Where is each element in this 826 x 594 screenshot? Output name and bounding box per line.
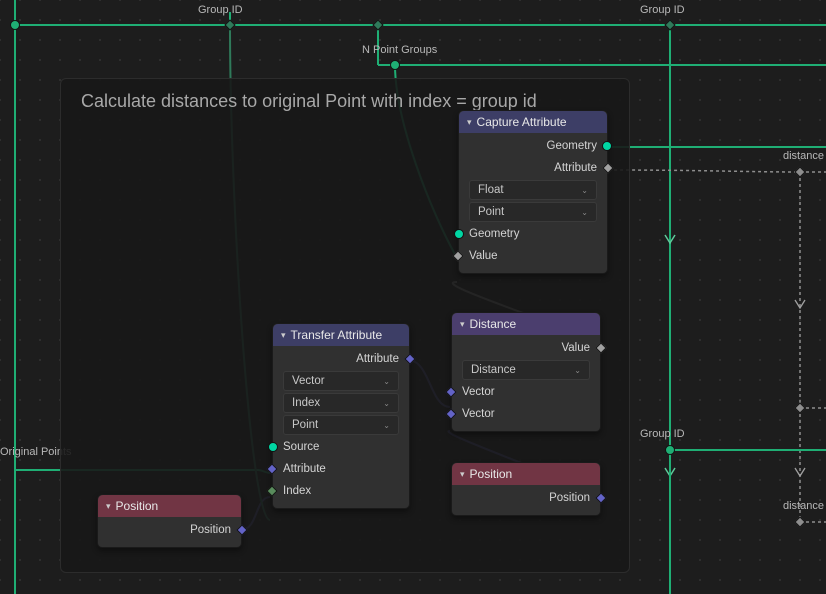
node-header[interactable]: ▾ Distance	[452, 313, 600, 335]
node-position-right[interactable]: ▾ Position Position	[451, 462, 601, 516]
chevron-down-icon: ⌄	[383, 421, 390, 430]
reroute-label: distance	[783, 150, 824, 162]
socket-label: Geometry	[547, 140, 598, 152]
select-operation[interactable]: Distance⌄	[462, 360, 590, 380]
node-capture-attribute[interactable]: ▾ Capture Attribute Geometry Attribute F…	[458, 110, 608, 274]
chevron-down-icon: ▾	[106, 501, 111, 512]
socket-label: Position	[549, 492, 590, 504]
node-title: Distance	[470, 317, 517, 331]
chevron-down-icon: ▾	[467, 117, 472, 128]
socket-source-in[interactable]	[268, 442, 278, 452]
select-data-type[interactable]: Float⌄	[469, 180, 597, 200]
socket-label: Attribute	[283, 463, 326, 475]
node-title: Transfer Attribute	[291, 328, 383, 342]
socket-label: Vector	[462, 386, 495, 398]
chevron-down-icon: ⌄	[581, 208, 588, 217]
socket-label: Attribute	[554, 162, 597, 174]
node-transfer-attribute[interactable]: ▾ Transfer Attribute Attribute Vector⌄ I…	[272, 323, 410, 509]
chevron-down-icon: ▾	[460, 469, 465, 480]
select-domain[interactable]: Point⌄	[469, 202, 597, 222]
socket-label: Value	[469, 250, 498, 262]
chevron-down-icon: ▾	[460, 319, 465, 330]
node-title: Capture Attribute	[477, 115, 567, 129]
socket-geometry-in[interactable]	[454, 229, 464, 239]
reroute-label: Group ID	[640, 4, 685, 16]
reroute-label: Group ID	[640, 428, 685, 440]
reroute-label: N Point Groups	[362, 44, 437, 56]
node-distance[interactable]: ▾ Distance Value Distance⌄ Vector Vector	[451, 312, 601, 432]
node-header[interactable]: ▾ Transfer Attribute	[273, 324, 409, 346]
socket-label: Value	[561, 342, 590, 354]
frame-title: Calculate distances to original Point wi…	[81, 91, 537, 112]
socket-geometry-out[interactable]	[602, 141, 612, 151]
chevron-down-icon: ⌄	[383, 377, 390, 386]
chevron-down-icon: ⌄	[581, 186, 588, 195]
socket-label: Index	[283, 485, 311, 497]
select-domain[interactable]: Point⌄	[283, 415, 399, 435]
node-title: Position	[116, 499, 159, 513]
socket-label: Vector	[462, 408, 495, 420]
chevron-down-icon: ⌄	[574, 366, 581, 375]
socket-label: Position	[190, 524, 231, 536]
reroute-label: distance	[783, 500, 824, 512]
node-header[interactable]: ▾ Position	[452, 463, 600, 485]
socket-label: Attribute	[356, 353, 399, 365]
socket-label: Source	[283, 441, 319, 453]
chevron-down-icon: ⌄	[383, 399, 390, 408]
node-title: Position	[470, 467, 513, 481]
socket-label: Geometry	[469, 228, 520, 240]
reroute-label: Group ID	[198, 4, 243, 16]
select-data-type[interactable]: Vector⌄	[283, 371, 399, 391]
select-mapping[interactable]: Index⌄	[283, 393, 399, 413]
node-position-left[interactable]: ▾ Position Position	[97, 494, 242, 548]
node-header[interactable]: ▾ Position	[98, 495, 241, 517]
node-header[interactable]: ▾ Capture Attribute	[459, 111, 607, 133]
chevron-down-icon: ▾	[281, 330, 286, 341]
